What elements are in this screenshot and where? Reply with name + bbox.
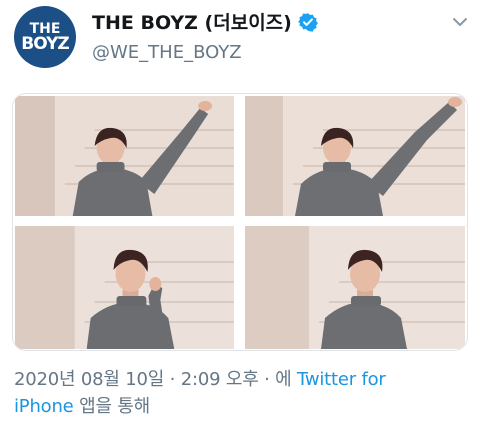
media-grid: [12, 93, 468, 351]
tweet-meta: 2020년 08월 10일 · 2:09 오후 · 에 Twitter for i…: [14, 366, 474, 420]
media-photo-3[interactable]: [15, 226, 234, 349]
media-photo-2[interactable]: [245, 96, 465, 216]
tweet-source-link-part2[interactable]: iPhone: [14, 396, 74, 417]
tweet-timestamp[interactable]: 2020년 08월 10일 · 2:09 오후: [14, 369, 259, 390]
verified-badge-icon: [297, 12, 318, 32]
display-name[interactable]: THE BOYZ (더보이즈): [92, 8, 292, 35]
display-name-row[interactable]: THE BOYZ (더보이즈): [92, 8, 318, 35]
meta-suffix: 앱을 통해: [73, 396, 151, 417]
avatar-logo-bottom: BOYZ: [21, 33, 69, 54]
tweet-header: THE BOYZ THE BOYZ (더보이즈) @WE_THE_BOYZ: [0, 0, 480, 86]
user-handle[interactable]: @WE_THE_BOYZ: [92, 42, 242, 63]
tweet-source-link-part1[interactable]: Twitter for: [297, 369, 386, 390]
media-photo-1[interactable]: [15, 96, 234, 216]
avatar[interactable]: THE BOYZ: [14, 6, 76, 68]
meta-separator: · 에: [258, 369, 298, 390]
chevron-down-icon[interactable]: [450, 12, 470, 32]
media-photo-4[interactable]: [245, 226, 465, 349]
